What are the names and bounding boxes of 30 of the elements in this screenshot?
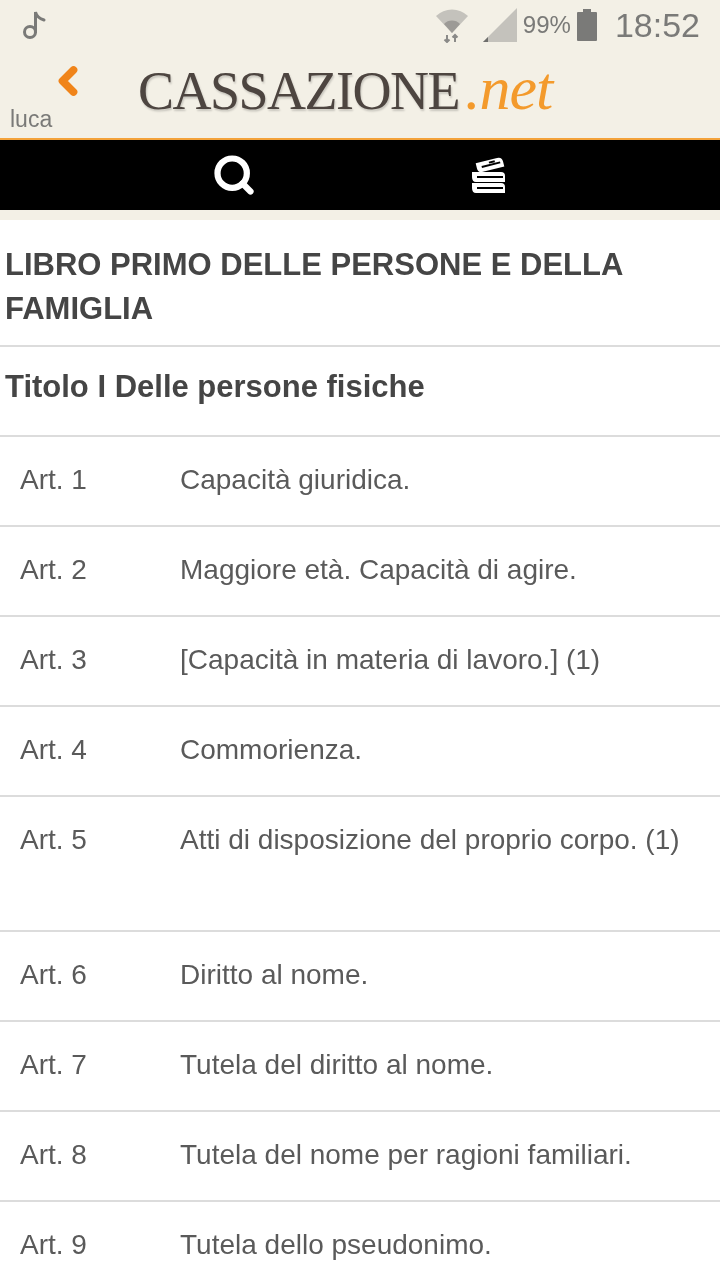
book-title: LIBRO PRIMO DELLE PERSONE E DELLA FAMIGLIA [0,220,720,347]
article-title: Diritto al nome. [180,958,369,992]
article-title: Maggiore età. Capacità di agire. [180,553,577,587]
article-title: Atti di disposizione del proprio corpo. (1) [180,823,680,857]
logo-suffix: .net [465,53,553,124]
article-number: Art. 1 [20,463,88,497]
search-button[interactable] [212,153,256,197]
article-number: Art. 2 [20,553,88,587]
article-title: Commorienza. [180,733,363,767]
user-label: luca [10,106,53,132]
article-title: Capacità giuridica. [180,463,411,497]
article-title: [Capacità in materia di lavoro.] (1) [180,643,601,677]
clock-time: 18:52 [614,8,700,42]
article-number: Art. 7 [20,1048,88,1082]
article-title: Tutela del nome per ragioni familiari. [180,1138,632,1172]
article-number: Art. 4 [20,733,88,767]
battery-percentage: 99% [522,13,571,37]
article-number: Art. 5 [20,823,88,857]
signal-icon [482,8,517,42]
wifi-icon [434,7,469,43]
logo-text: CASSAZIONE [138,60,460,123]
article-number: Art. 9 [20,1228,88,1262]
search-icon [212,153,256,197]
music-note-icon [22,10,46,40]
article-number: Art. 8 [20,1138,88,1172]
article-number: Art. 3 [20,643,88,677]
battery-icon [576,9,597,41]
article-title: Tutela del diritto al nome. [180,1048,494,1082]
article-number: Art. 6 [20,958,88,992]
article-title: Tutela dello pseudonimo. [180,1228,492,1262]
